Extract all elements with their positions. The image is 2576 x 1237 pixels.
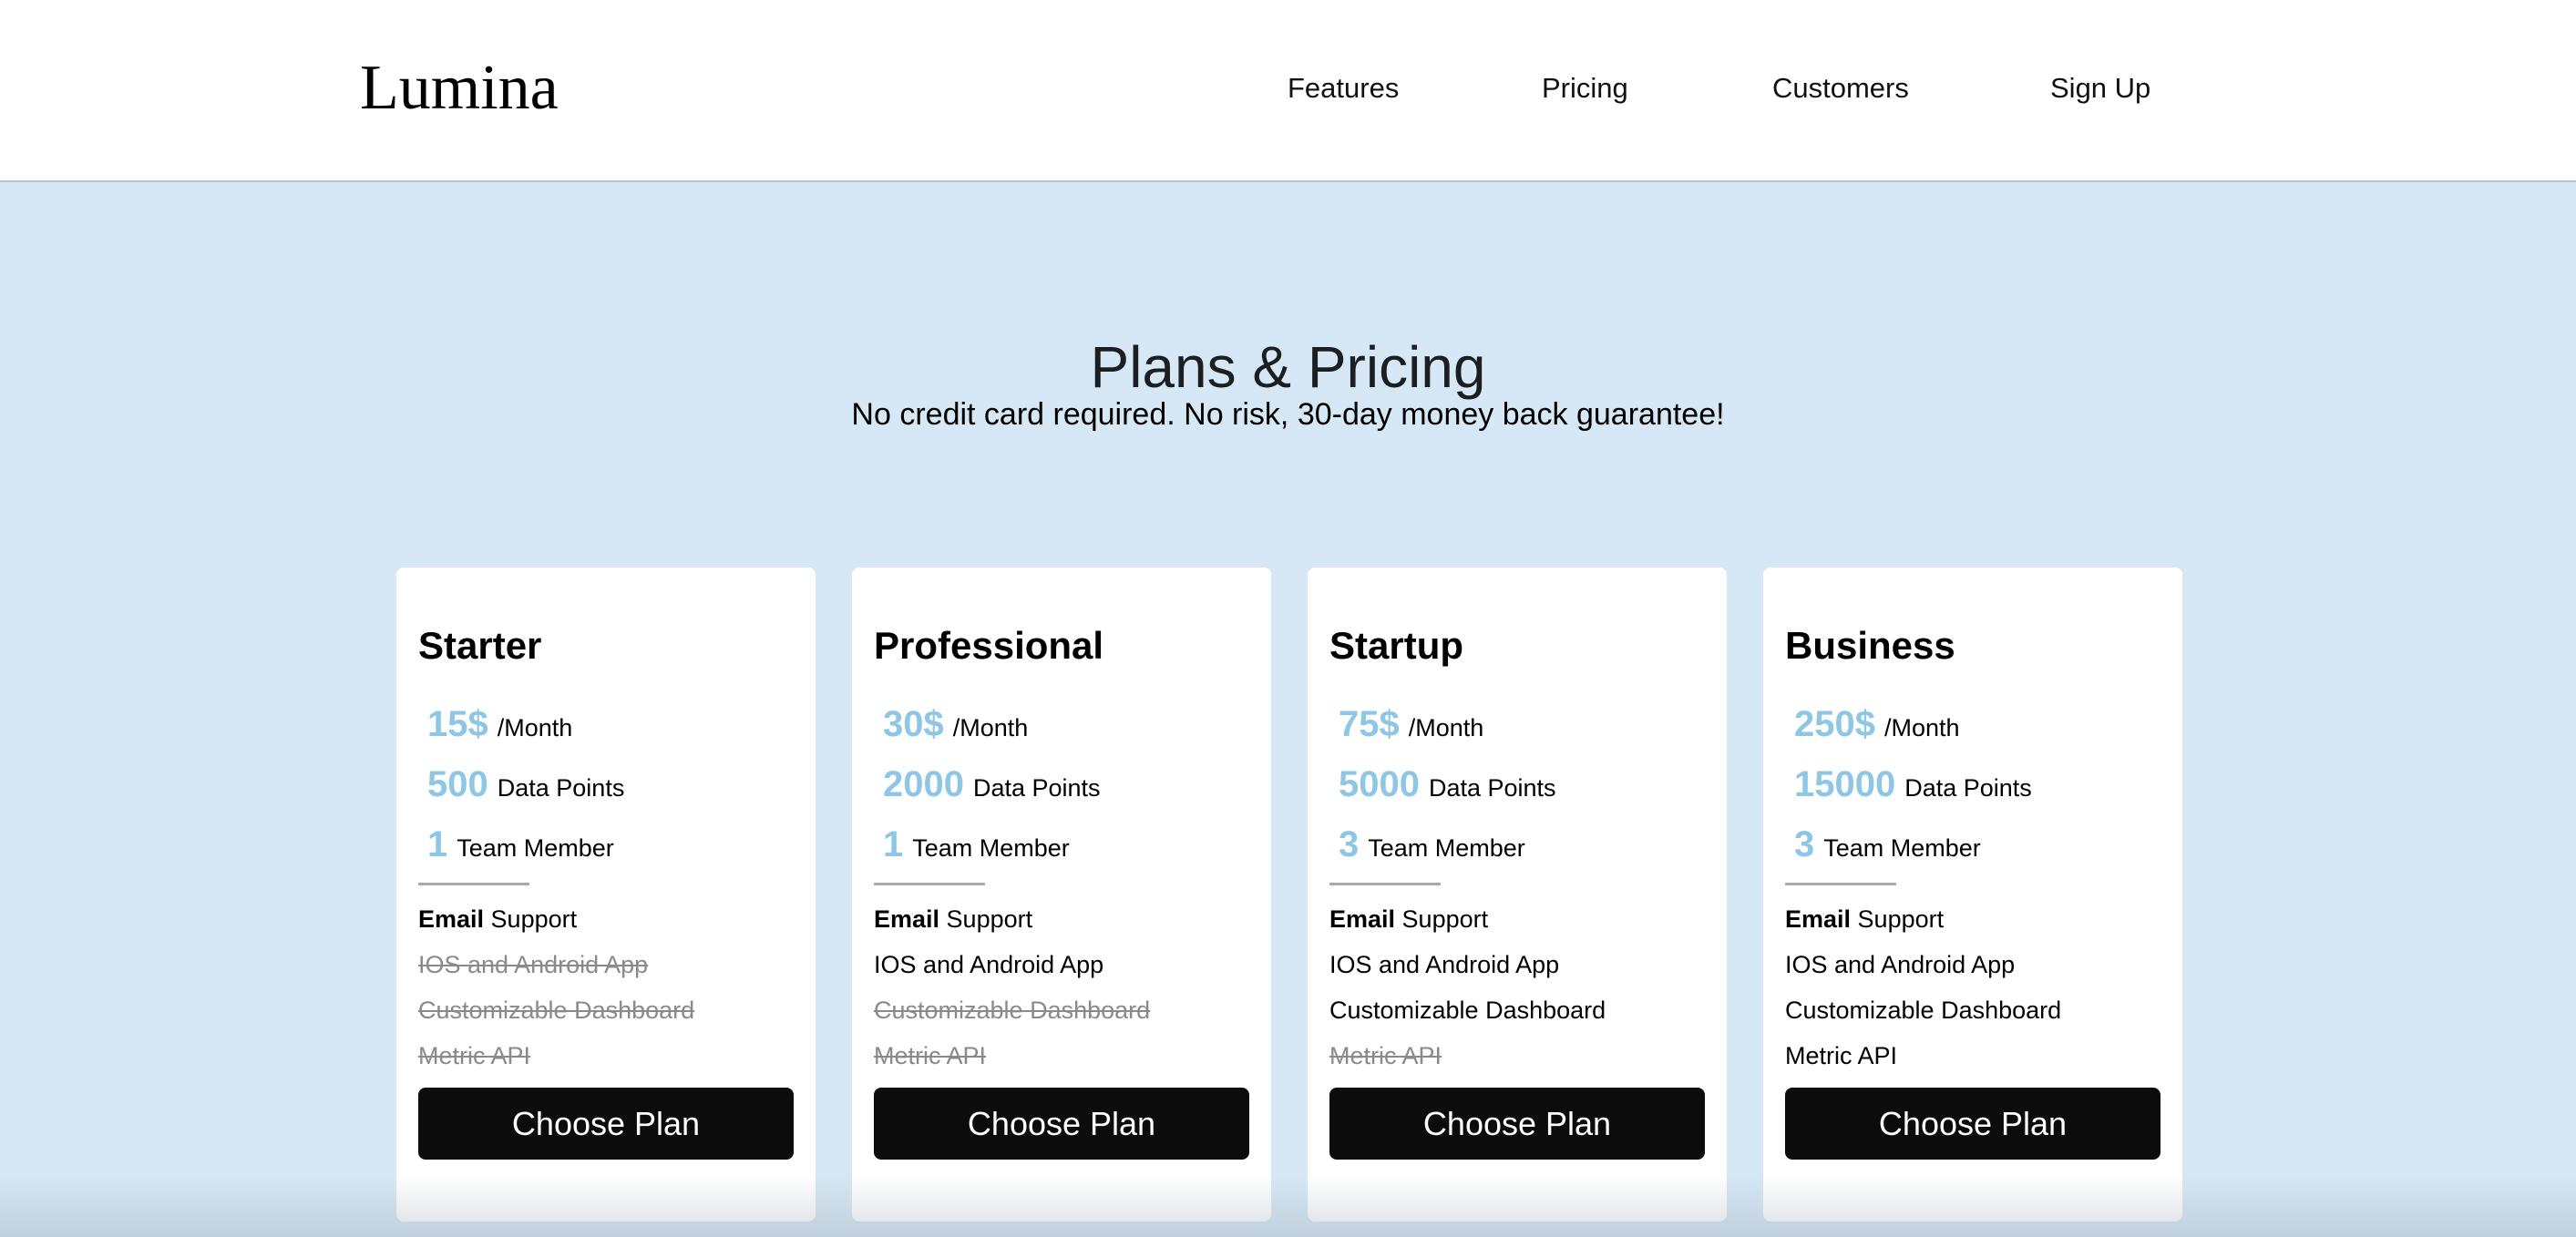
plan-name: Professional xyxy=(874,624,1104,667)
plan-data-points: 2000 Data Points xyxy=(883,759,1101,810)
plan-data-points: 15000 Data Points xyxy=(1794,759,2032,810)
divider xyxy=(418,883,529,885)
feature-email-support: Email Support xyxy=(418,905,578,933)
data-points-value: 500 xyxy=(427,764,488,804)
team-value: 3 xyxy=(1794,824,1815,864)
feature-email-support: Email Support xyxy=(874,905,1033,933)
choose-plan-button[interactable]: Choose Plan xyxy=(874,1088,1249,1160)
team-value: 1 xyxy=(883,824,904,864)
price-unit: /Month xyxy=(497,714,573,741)
price-unit: /Month xyxy=(1408,714,1484,741)
data-points-value: 15000 xyxy=(1794,764,1896,804)
feature-dashboard: Customizable Dashboard xyxy=(1329,997,1606,1024)
price-value: 15$ xyxy=(427,704,488,744)
price-unit: /Month xyxy=(1883,714,1960,741)
team-label: Team Member xyxy=(1823,834,1981,862)
brand-logo[interactable]: Lumina xyxy=(360,47,559,129)
feature-email-support: Email Support xyxy=(1785,905,1945,933)
plan-name: Starter xyxy=(418,624,542,667)
plan-name: Business xyxy=(1785,624,1955,667)
feature-email-support: Email Support xyxy=(1329,905,1489,933)
team-value: 1 xyxy=(427,824,448,864)
nav-customers[interactable]: Customers xyxy=(1772,66,1909,111)
choose-plan-button[interactable]: Choose Plan xyxy=(418,1088,794,1160)
bottom-shadow xyxy=(0,1175,2576,1237)
data-points-value: 2000 xyxy=(883,764,964,804)
nav-pricing[interactable]: Pricing xyxy=(1542,66,1628,111)
plan-price: 30$ /Month xyxy=(883,699,1028,750)
plan-card-business: Business 250$ /Month 15000 Data Points 3 Te… xyxy=(1763,567,2182,1222)
plan-data-points: 5000 Data Points xyxy=(1339,759,1556,810)
feature-dashboard: Customizable Dashboard xyxy=(418,997,695,1024)
data-points-label: Data Points xyxy=(1904,774,2032,802)
choose-plan-button[interactable]: Choose Plan xyxy=(1785,1088,2160,1160)
plan-team-members: 1 Team Member xyxy=(427,819,614,870)
data-points-label: Data Points xyxy=(497,774,625,802)
divider xyxy=(874,883,985,885)
plan-price: 15$ /Month xyxy=(427,699,572,750)
feature-mobile-app: IOS and Android App xyxy=(1329,951,1560,978)
team-value: 3 xyxy=(1339,824,1360,864)
top-navbar: Lumina Features Pricing Customers Sign U… xyxy=(0,0,2576,182)
data-points-value: 5000 xyxy=(1339,764,1420,804)
price-value: 30$ xyxy=(883,704,944,744)
team-label: Team Member xyxy=(912,834,1070,862)
price-value: 75$ xyxy=(1339,704,1400,744)
nav-features[interactable]: Features xyxy=(1288,66,1399,111)
price-value: 250$ xyxy=(1794,704,1875,744)
divider xyxy=(1329,883,1441,885)
plan-card-professional: Professional 30$ /Month 2000 Data Points 1… xyxy=(852,567,1271,1222)
plan-team-members: 3 Team Member xyxy=(1339,819,1525,870)
price-unit: /Month xyxy=(952,714,1029,741)
feature-metric-api: Metric API xyxy=(418,1042,531,1069)
plan-team-members: 3 Team Member xyxy=(1794,819,1981,870)
plan-price: 75$ /Month xyxy=(1339,699,1483,750)
feature-metric-api: Metric API xyxy=(874,1042,987,1069)
team-label: Team Member xyxy=(1368,834,1525,862)
plan-name: Startup xyxy=(1329,624,1463,667)
plan-price: 250$ /Month xyxy=(1794,699,1960,750)
choose-plan-button[interactable]: Choose Plan xyxy=(1329,1088,1705,1160)
plan-card-starter: Starter 15$ /Month 500 Data Points 1 Team M… xyxy=(396,567,816,1222)
data-points-label: Data Points xyxy=(1428,774,1556,802)
feature-dashboard: Customizable Dashboard xyxy=(1785,997,2062,1024)
plan-data-points: 500 Data Points xyxy=(427,759,624,810)
feature-mobile-app: IOS and Android App xyxy=(874,951,1104,978)
plan-team-members: 1 Team Member xyxy=(883,819,1070,870)
feature-metric-api: Metric API xyxy=(1785,1042,1898,1069)
feature-dashboard: Customizable Dashboard xyxy=(874,997,1151,1024)
team-label: Team Member xyxy=(457,834,614,862)
page-subtitle: No credit card required. No risk, 30-day… xyxy=(851,397,1725,432)
divider xyxy=(1785,883,1896,885)
feature-mobile-app: IOS and Android App xyxy=(1785,951,2016,978)
plan-card-startup: Startup 75$ /Month 5000 Data Points 3 Team … xyxy=(1308,567,1727,1222)
nav-sign-up[interactable]: Sign Up xyxy=(2050,66,2150,111)
data-points-label: Data Points xyxy=(972,774,1101,802)
feature-mobile-app: IOS and Android App xyxy=(418,951,649,978)
feature-metric-api: Metric API xyxy=(1329,1042,1442,1069)
